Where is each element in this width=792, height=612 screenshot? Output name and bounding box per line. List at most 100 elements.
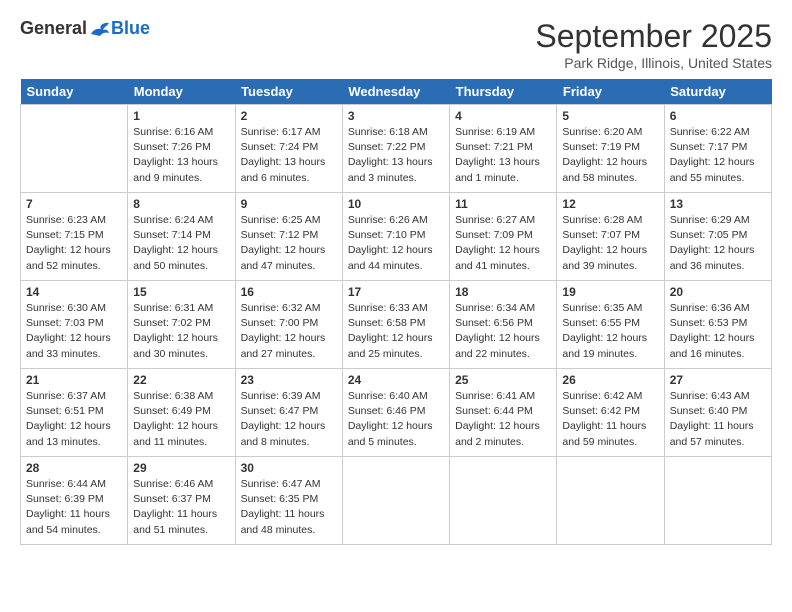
calendar-cell: 19 Sunrise: 6:35 AM Sunset: 6:55 PM Dayli… — [557, 281, 664, 369]
calendar-cell: 28Sunrise: 6:44 AM Sunset: 6:39 PM Dayli… — [21, 457, 128, 545]
calendar-cell: 20Sunrise: 6:36 AM Sunset: 6:53 PM Dayli… — [664, 281, 771, 369]
day-info: Sunrise: 6:25 AM Sunset: 7:12 PM Dayligh… — [241, 213, 337, 274]
day-info: Sunrise: 6:16 AM Sunset: 7:26 PM Dayligh… — [133, 125, 229, 186]
calendar-cell: 18 Sunrise: 6:34 AM Sunset: 6:56 PM Dayli… — [450, 281, 557, 369]
weekday-wednesday: Wednesday — [342, 79, 449, 105]
calendar-cell: 1Sunrise: 6:16 AM Sunset: 7:26 PM Daylig… — [128, 105, 235, 193]
calendar-cell: 6Sunrise: 6:22 AM Sunset: 7:17 PM Daylig… — [664, 105, 771, 193]
calendar-cell: 5 Sunrise: 6:20 AM Sunset: 7:19 PM Daylig… — [557, 105, 664, 193]
calendar-cell: 25 Sunrise: 6:41 AM Sunset: 6:44 PM Dayli… — [450, 369, 557, 457]
logo-blue-text: Blue — [111, 18, 150, 39]
calendar-cell: 7Sunrise: 6:23 AM Sunset: 7:15 PM Daylig… — [21, 193, 128, 281]
weekday-header-row: SundayMondayTuesdayWednesdayThursdayFrid… — [21, 79, 772, 105]
day-number: 11 — [455, 197, 551, 211]
day-number: 5 — [562, 109, 658, 123]
week-row-0: 1Sunrise: 6:16 AM Sunset: 7:26 PM Daylig… — [21, 105, 772, 193]
day-number: 24 — [348, 373, 444, 387]
day-info: Sunrise: 6:32 AM Sunset: 7:00 PM Dayligh… — [241, 301, 337, 362]
calendar-cell: 3 Sunrise: 6:18 AM Sunset: 7:22 PM Daylig… — [342, 105, 449, 193]
day-number: 22 — [133, 373, 229, 387]
weekday-saturday: Saturday — [664, 79, 771, 105]
day-number: 15 — [133, 285, 229, 299]
day-number: 6 — [670, 109, 766, 123]
calendar-cell: 16 Sunrise: 6:32 AM Sunset: 7:00 PM Dayli… — [235, 281, 342, 369]
calendar-cell: 22 Sunrise: 6:38 AM Sunset: 6:49 PM Dayli… — [128, 369, 235, 457]
calendar-cell: 30Sunrise: 6:47 AM Sunset: 6:35 PM Dayli… — [235, 457, 342, 545]
calendar-cell: 24 Sunrise: 6:40 AM Sunset: 6:46 PM Dayli… — [342, 369, 449, 457]
day-info: Sunrise: 6:26 AM Sunset: 7:10 PM Dayligh… — [348, 213, 444, 274]
weekday-thursday: Thursday — [450, 79, 557, 105]
day-number: 9 — [241, 197, 337, 211]
calendar-cell: 27Sunrise: 6:43 AM Sunset: 6:40 PM Dayli… — [664, 369, 771, 457]
day-number: 30 — [241, 461, 337, 475]
calendar-body: 1Sunrise: 6:16 AM Sunset: 7:26 PM Daylig… — [21, 105, 772, 545]
title-section: September 2025 Park Ridge, Illinois, Uni… — [535, 18, 772, 71]
day-number: 16 — [241, 285, 337, 299]
day-info: Sunrise: 6:31 AM Sunset: 7:02 PM Dayligh… — [133, 301, 229, 362]
day-number: 29 — [133, 461, 229, 475]
day-number: 26 — [562, 373, 658, 387]
day-number: 28 — [26, 461, 122, 475]
day-number: 18 — [455, 285, 551, 299]
day-number: 13 — [670, 197, 766, 211]
calendar-cell: 12 Sunrise: 6:28 AM Sunset: 7:07 PM Dayli… — [557, 193, 664, 281]
day-number: 14 — [26, 285, 122, 299]
day-info: Sunrise: 6:30 AM Sunset: 7:03 PM Dayligh… — [26, 301, 122, 362]
day-number: 8 — [133, 197, 229, 211]
calendar-cell: 10 Sunrise: 6:26 AM Sunset: 7:10 PM Dayli… — [342, 193, 449, 281]
day-info: Sunrise: 6:41 AM Sunset: 6:44 PM Dayligh… — [455, 389, 551, 450]
calendar-cell: 8 Sunrise: 6:24 AM Sunset: 7:14 PM Daylig… — [128, 193, 235, 281]
day-number: 10 — [348, 197, 444, 211]
day-number: 2 — [241, 109, 337, 123]
logo-general-text: General — [20, 18, 87, 39]
day-info: Sunrise: 6:34 AM Sunset: 6:56 PM Dayligh… — [455, 301, 551, 362]
calendar-cell: 2Sunrise: 6:17 AM Sunset: 7:24 PM Daylig… — [235, 105, 342, 193]
weekday-tuesday: Tuesday — [235, 79, 342, 105]
calendar-cell: 9 Sunrise: 6:25 AM Sunset: 7:12 PM Daylig… — [235, 193, 342, 281]
day-info: Sunrise: 6:28 AM Sunset: 7:07 PM Dayligh… — [562, 213, 658, 274]
weekday-monday: Monday — [128, 79, 235, 105]
logo: General Blue — [20, 18, 150, 39]
day-number: 4 — [455, 109, 551, 123]
day-info: Sunrise: 6:37 AM Sunset: 6:51 PM Dayligh… — [26, 389, 122, 450]
logo-bird-icon — [89, 20, 111, 38]
week-row-4: 28Sunrise: 6:44 AM Sunset: 6:39 PM Dayli… — [21, 457, 772, 545]
calendar-cell: 26 Sunrise: 6:42 AM Sunset: 6:42 PM Dayli… — [557, 369, 664, 457]
day-number: 21 — [26, 373, 122, 387]
day-number: 17 — [348, 285, 444, 299]
day-info: Sunrise: 6:40 AM Sunset: 6:46 PM Dayligh… — [348, 389, 444, 450]
day-info: Sunrise: 6:18 AM Sunset: 7:22 PM Dayligh… — [348, 125, 444, 186]
calendar-table: SundayMondayTuesdayWednesdayThursdayFrid… — [20, 79, 772, 545]
weekday-sunday: Sunday — [21, 79, 128, 105]
calendar-cell: 23 Sunrise: 6:39 AM Sunset: 6:47 PM Dayli… — [235, 369, 342, 457]
calendar-cell — [664, 457, 771, 545]
day-number: 20 — [670, 285, 766, 299]
day-info: Sunrise: 6:33 AM Sunset: 6:58 PM Dayligh… — [348, 301, 444, 362]
calendar-cell: 13 Sunrise: 6:29 AM Sunset: 7:05 PM Dayli… — [664, 193, 771, 281]
calendar-cell: 14 Sunrise: 6:30 AM Sunset: 7:03 PM Dayli… — [21, 281, 128, 369]
day-number: 25 — [455, 373, 551, 387]
day-number: 23 — [241, 373, 337, 387]
day-info: Sunrise: 6:20 AM Sunset: 7:19 PM Dayligh… — [562, 125, 658, 186]
header: General Blue September 2025 Park Ridge, … — [20, 18, 772, 71]
day-info: Sunrise: 6:43 AM Sunset: 6:40 PM Dayligh… — [670, 389, 766, 450]
calendar-cell — [21, 105, 128, 193]
day-info: Sunrise: 6:42 AM Sunset: 6:42 PM Dayligh… — [562, 389, 658, 450]
day-info: Sunrise: 6:29 AM Sunset: 7:05 PM Dayligh… — [670, 213, 766, 274]
week-row-2: 14 Sunrise: 6:30 AM Sunset: 7:03 PM Dayli… — [21, 281, 772, 369]
day-info: Sunrise: 6:24 AM Sunset: 7:14 PM Dayligh… — [133, 213, 229, 274]
calendar-cell: 21 Sunrise: 6:37 AM Sunset: 6:51 PM Dayli… — [21, 369, 128, 457]
day-number: 12 — [562, 197, 658, 211]
day-info: Sunrise: 6:46 AM Sunset: 6:37 PM Dayligh… — [133, 477, 229, 538]
month-title: September 2025 — [535, 18, 772, 55]
day-info: Sunrise: 6:38 AM Sunset: 6:49 PM Dayligh… — [133, 389, 229, 450]
location: Park Ridge, Illinois, United States — [535, 55, 772, 71]
day-info: Sunrise: 6:39 AM Sunset: 6:47 PM Dayligh… — [241, 389, 337, 450]
day-number: 19 — [562, 285, 658, 299]
day-number: 3 — [348, 109, 444, 123]
calendar-cell: 11 Sunrise: 6:27 AM Sunset: 7:09 PM Dayli… — [450, 193, 557, 281]
calendar-cell — [557, 457, 664, 545]
day-info: Sunrise: 6:27 AM Sunset: 7:09 PM Dayligh… — [455, 213, 551, 274]
day-info: Sunrise: 6:35 AM Sunset: 6:55 PM Dayligh… — [562, 301, 658, 362]
day-number: 7 — [26, 197, 122, 211]
